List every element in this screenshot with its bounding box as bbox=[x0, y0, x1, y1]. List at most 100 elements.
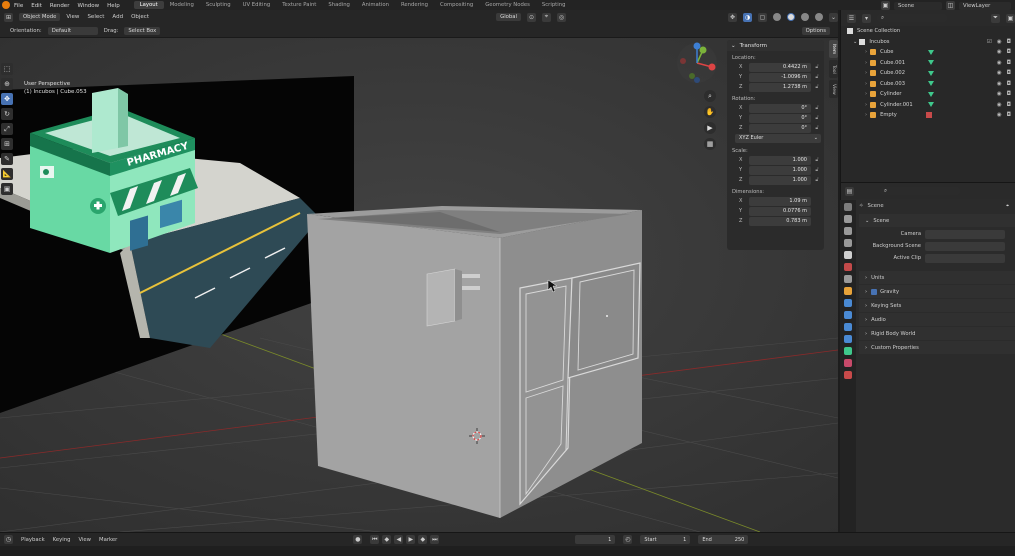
eye-icon[interactable]: ◉ bbox=[997, 102, 1002, 108]
view-layer-field[interactable]: ViewLayer bbox=[959, 1, 1011, 10]
timeline-menu-marker[interactable]: Marker bbox=[99, 537, 117, 543]
scale-z-field[interactable]: 1.000 bbox=[749, 175, 811, 185]
properties-search-input[interactable]: ⌕ bbox=[880, 187, 960, 195]
add-cube-tool-icon[interactable]: ▣ bbox=[1, 183, 13, 195]
lock-icon[interactable]: 🔓︎ bbox=[813, 84, 821, 90]
camera-icon[interactable]: ◘ bbox=[1007, 102, 1011, 108]
start-frame-field[interactable]: Start 1 bbox=[640, 535, 691, 544]
tab-scripting[interactable]: Scripting bbox=[536, 1, 572, 9]
object-tab-icon[interactable] bbox=[844, 287, 852, 295]
sidebar-tab-view[interactable]: View bbox=[829, 80, 838, 98]
active-clip-field[interactable] bbox=[925, 253, 1005, 263]
timeline-menu-playback[interactable]: Playback bbox=[21, 537, 45, 543]
mesh-data-icon[interactable] bbox=[928, 102, 935, 108]
mesh-data-icon[interactable] bbox=[928, 91, 935, 97]
xray-toggle-icon[interactable]: ▢ bbox=[758, 12, 767, 22]
data-tab-icon[interactable] bbox=[844, 347, 852, 355]
outliner-editor-icon[interactable]: ☰ bbox=[847, 13, 856, 23]
texture-tab-icon[interactable] bbox=[844, 371, 852, 379]
scale-y-field[interactable]: 1.000 bbox=[749, 165, 811, 175]
tab-geometry-nodes[interactable]: Geometry Nodes bbox=[479, 1, 536, 9]
menu-window[interactable]: Window bbox=[77, 3, 99, 9]
gravity-checkbox[interactable] bbox=[871, 288, 878, 295]
outliner-item[interactable]: › Cylinder ◉ ◘ bbox=[841, 89, 1015, 100]
view-layer-tab-icon[interactable] bbox=[844, 239, 852, 247]
timeline-menu-view[interactable]: View bbox=[78, 537, 91, 543]
material-tab-icon[interactable] bbox=[844, 359, 852, 367]
mesh-data-icon[interactable] bbox=[928, 60, 935, 66]
solid-shading-icon[interactable] bbox=[787, 13, 795, 21]
editor-type-icon[interactable]: ⊞ bbox=[4, 12, 13, 22]
snap-icon[interactable]: ⌖ bbox=[542, 12, 551, 22]
properties-editor-icon[interactable]: ▤ bbox=[845, 186, 854, 196]
outliner-item[interactable]: › Cube ◉ ◘ bbox=[841, 47, 1015, 58]
outliner-item[interactable]: › Empty ◉ ◘ bbox=[841, 110, 1015, 121]
menu-edit[interactable]: Edit bbox=[31, 3, 42, 9]
viewport-menu-view[interactable]: View bbox=[66, 14, 79, 20]
tab-uv-editing[interactable]: UV Editing bbox=[237, 1, 277, 9]
eye-icon[interactable]: ◉ bbox=[997, 81, 1002, 87]
gizmo-toggle-icon[interactable]: ✥ bbox=[728, 12, 737, 22]
camera-view-icon[interactable]: ▶ bbox=[704, 122, 716, 134]
mesh-data-icon[interactable] bbox=[928, 70, 935, 76]
location-x-field[interactable]: 0.4422 m bbox=[749, 62, 811, 72]
orientation-dropdown[interactable]: Default bbox=[47, 26, 98, 35]
dimensions-y-field[interactable]: 0.0776 m bbox=[749, 206, 811, 216]
modifier-tab-icon[interactable] bbox=[844, 299, 852, 307]
rotation-y-field[interactable]: 0° bbox=[749, 113, 811, 123]
expand-chevron-icon[interactable]: › bbox=[865, 102, 867, 108]
camera-field[interactable] bbox=[925, 229, 1005, 239]
camera-icon[interactable]: ◘ bbox=[1007, 70, 1011, 76]
current-frame-field[interactable]: 1 bbox=[575, 535, 616, 544]
annotate-tool-icon[interactable]: ✎ bbox=[1, 153, 13, 165]
constraint-icon[interactable] bbox=[926, 112, 933, 119]
eye-icon[interactable]: ◉ bbox=[997, 39, 1002, 45]
tab-texture-paint[interactable]: Texture Paint bbox=[276, 1, 322, 9]
zoom-icon[interactable]: ⌕ bbox=[704, 90, 716, 102]
expand-chevron-icon[interactable]: › bbox=[865, 112, 867, 118]
render-tab-icon[interactable] bbox=[844, 215, 852, 223]
scene-collection-row[interactable]: Scene Collection bbox=[841, 26, 1015, 37]
pan-hand-icon[interactable]: ✋ bbox=[704, 106, 716, 118]
tab-animation[interactable]: Animation bbox=[356, 1, 395, 9]
new-collection-icon[interactable]: ▣ bbox=[1006, 13, 1015, 23]
next-keyframe-icon[interactable]: ◆ bbox=[418, 535, 428, 544]
expand-chevron-icon[interactable]: › bbox=[865, 60, 867, 66]
outliner-item[interactable]: › Cube.002 ◉ ◘ bbox=[841, 68, 1015, 79]
rotation-z-field[interactable]: 0° bbox=[749, 123, 811, 133]
play-reverse-icon[interactable]: ◀ bbox=[394, 535, 404, 544]
scene-field[interactable]: Scene bbox=[894, 1, 942, 10]
expand-chevron-icon[interactable]: › bbox=[865, 70, 867, 76]
eye-icon[interactable]: ◉ bbox=[997, 49, 1002, 55]
scene-icon[interactable]: ▣ bbox=[881, 1, 890, 10]
viewport-menu-add[interactable]: Add bbox=[112, 14, 123, 20]
panel-rigid-body-world[interactable]: › Rigid Body World bbox=[859, 327, 1015, 340]
end-frame-field[interactable]: End 250 bbox=[698, 535, 749, 544]
mesh-data-icon[interactable] bbox=[928, 49, 935, 55]
collection-row[interactable]: ⌄ Incubos ☑ ◉ ◘ bbox=[841, 37, 1015, 48]
filter-icon[interactable]: ⏷ bbox=[991, 13, 1000, 23]
dimensions-z-field[interactable]: 0.783 m bbox=[749, 216, 811, 226]
measure-tool-icon[interactable]: 📐 bbox=[1, 168, 13, 180]
expand-chevron-icon[interactable]: › bbox=[865, 91, 867, 97]
mode-dropdown[interactable]: Object Mode bbox=[19, 13, 61, 21]
blender-logo-icon[interactable] bbox=[2, 1, 10, 9]
camera-icon[interactable]: ◘ bbox=[1007, 39, 1011, 45]
lock-icon[interactable]: 🔓︎ bbox=[813, 125, 821, 131]
panel-custom-properties[interactable]: › Custom Properties bbox=[859, 341, 1015, 354]
lock-icon[interactable]: 🔓︎ bbox=[813, 157, 821, 163]
background-scene-field[interactable] bbox=[925, 241, 1005, 251]
jump-end-icon[interactable]: ⏭ bbox=[430, 535, 440, 544]
particles-tab-icon[interactable] bbox=[844, 311, 852, 319]
select-tool-icon[interactable]: ⬚ bbox=[1, 63, 13, 75]
eye-icon[interactable]: ◉ bbox=[997, 70, 1002, 76]
camera-icon[interactable]: ◘ bbox=[1007, 60, 1011, 66]
eye-icon[interactable]: ◉ bbox=[997, 60, 1002, 66]
material-shading-icon[interactable] bbox=[801, 13, 809, 21]
expand-chevron-icon[interactable]: › bbox=[865, 49, 867, 55]
tab-layout[interactable]: Layout bbox=[133, 1, 164, 9]
tab-shading[interactable]: Shading bbox=[322, 1, 356, 9]
viewport-menu-object[interactable]: Object bbox=[131, 14, 149, 20]
collection-tab-icon[interactable] bbox=[844, 275, 852, 283]
tab-modeling[interactable]: Modeling bbox=[164, 1, 200, 9]
